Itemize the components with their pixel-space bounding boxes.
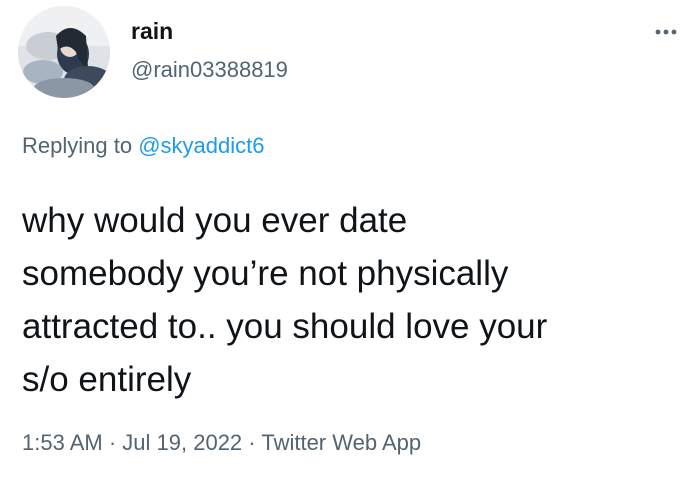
replying-to-label: Replying to [22,133,133,158]
tweet-date[interactable]: Jul 19, 2022 [122,430,242,455]
tweet-time[interactable]: 1:53 AM [22,430,103,455]
tweet-source[interactable]: Twitter Web App [261,430,421,455]
meta-separator: · [108,430,117,455]
meta-separator: · [248,430,256,455]
avatar-image [18,6,110,98]
replying-to: Replying to @skyaddict6 [22,132,264,160]
tweet-text: why would you ever date somebody you’re … [22,201,548,399]
tweet-card: rain @rain03388819 Replying to @skyaddic… [0,0,700,488]
more-horizontal-icon[interactable] [650,24,682,40]
tweet-metadata: 1:53 AM · Jul 19, 2022 · Twitter Web App [22,429,421,457]
display-name[interactable]: rain [131,17,173,45]
avatar[interactable] [18,6,110,98]
user-handle[interactable]: @rain03388819 [131,56,288,84]
reply-mention-link[interactable]: @skyaddict6 [138,133,264,158]
